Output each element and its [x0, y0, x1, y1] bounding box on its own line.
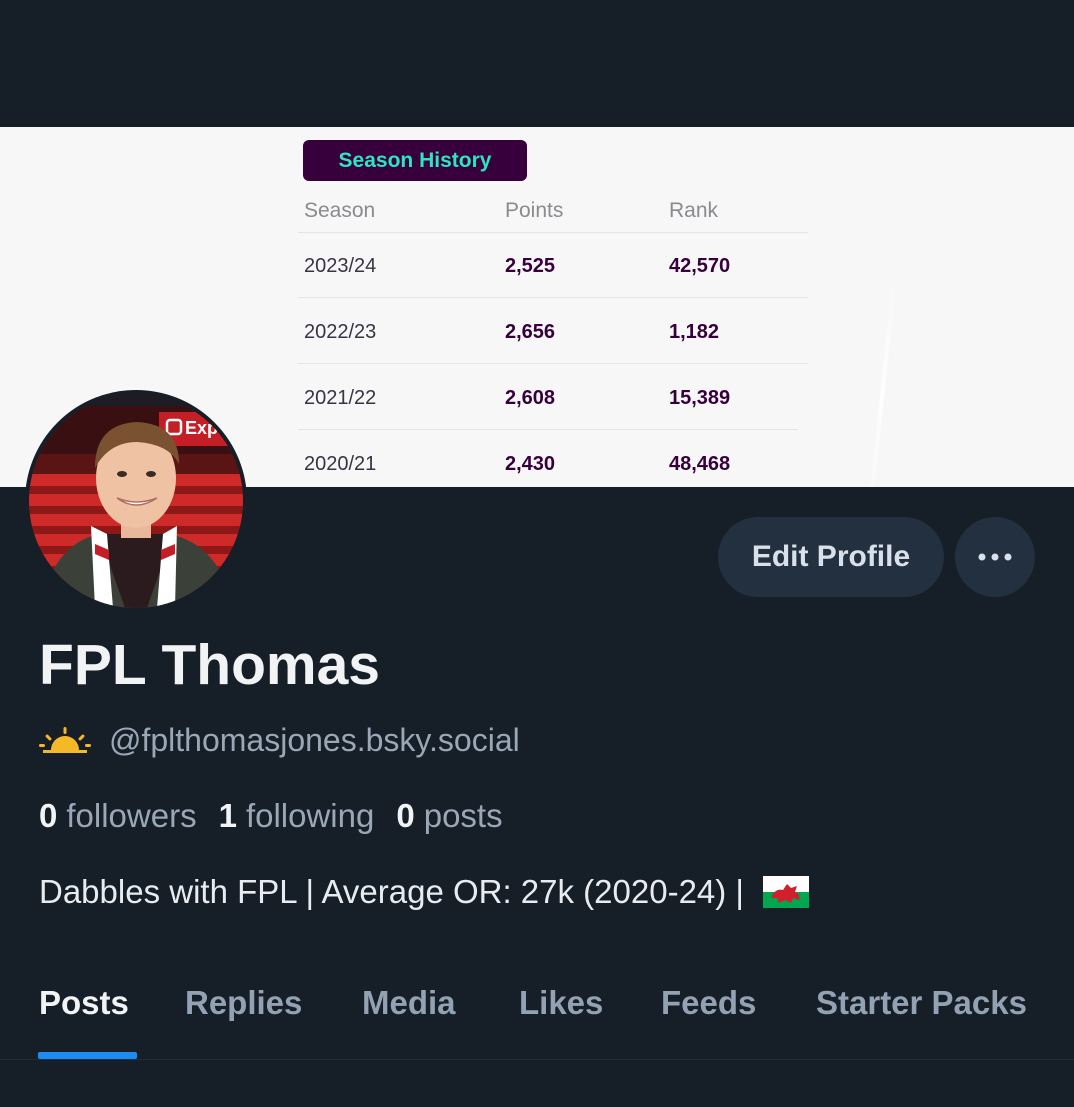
avatar-photo: Exp: [29, 394, 243, 608]
cell-rank: 42,570: [669, 255, 731, 277]
followers-label[interactable]: followers: [66, 797, 196, 835]
cell-points: 2,430: [505, 453, 556, 475]
banner-sheen: [867, 277, 897, 487]
wales-flag-icon: [763, 876, 810, 908]
more-options-button[interactable]: [955, 517, 1035, 597]
bio: Dabbles with FPL | Average OR: 27k (2020…: [39, 873, 810, 911]
active-tab-indicator: [38, 1052, 137, 1059]
header-points: Points: [505, 199, 564, 222]
cell-season: 2022/23: [304, 321, 377, 343]
tab-starter-packs[interactable]: Starter Packs: [816, 984, 1027, 1022]
cell-points: 2,608: [505, 387, 556, 409]
stadium-sign: Exp: [185, 418, 218, 438]
header-season: Season: [304, 199, 376, 222]
display-name: FPL Thomas: [39, 633, 380, 697]
header-rank: Rank: [669, 199, 719, 222]
cell-season: 2023/24: [304, 255, 377, 277]
tab-posts[interactable]: Posts: [39, 984, 129, 1022]
bio-text: Dabbles with FPL | Average OR: 27k (2020…: [39, 873, 754, 910]
cell-season: 2021/22: [304, 387, 377, 409]
handle-row: @fplthomasjones.bsky.social: [39, 722, 520, 759]
cell-rank: 15,389: [669, 387, 731, 409]
table-divider: [298, 429, 798, 430]
tab-feeds[interactable]: Feeds: [661, 984, 756, 1022]
season-history-title: Season History: [303, 140, 527, 181]
edit-profile-button[interactable]: Edit Profile: [718, 517, 944, 597]
profile-tabs: Posts Replies Media Likes Feeds Starter …: [0, 970, 1074, 1060]
followers-count[interactable]: 0: [39, 797, 57, 835]
following-count[interactable]: 1: [219, 797, 237, 835]
posts-label: posts: [423, 797, 503, 834]
posts-count: 0: [396, 797, 415, 834]
top-bar: [0, 0, 1074, 127]
cell-rank: 1,182: [669, 321, 720, 343]
tab-replies[interactable]: Replies: [185, 984, 302, 1022]
ellipsis-icon: [978, 553, 1012, 561]
cell-season: 2020/21: [304, 453, 377, 475]
handle[interactable]: @fplthomasjones.bsky.social: [109, 722, 520, 759]
tabs-divider: [0, 1059, 1074, 1060]
tab-likes[interactable]: Likes: [519, 984, 603, 1022]
cell-points: 2,525: [505, 255, 556, 277]
tab-media[interactable]: Media: [362, 984, 456, 1022]
table-divider: [298, 363, 808, 364]
cell-points: 2,656: [505, 321, 556, 343]
table-divider: [298, 232, 808, 233]
sun-icon: [39, 726, 91, 753]
profile-stats: 0 followers 1 following 0 posts: [39, 797, 525, 835]
cell-rank: 48,468: [669, 453, 731, 475]
following-label[interactable]: following: [246, 797, 374, 835]
table-divider: [298, 297, 808, 298]
avatar[interactable]: Exp: [25, 390, 247, 612]
